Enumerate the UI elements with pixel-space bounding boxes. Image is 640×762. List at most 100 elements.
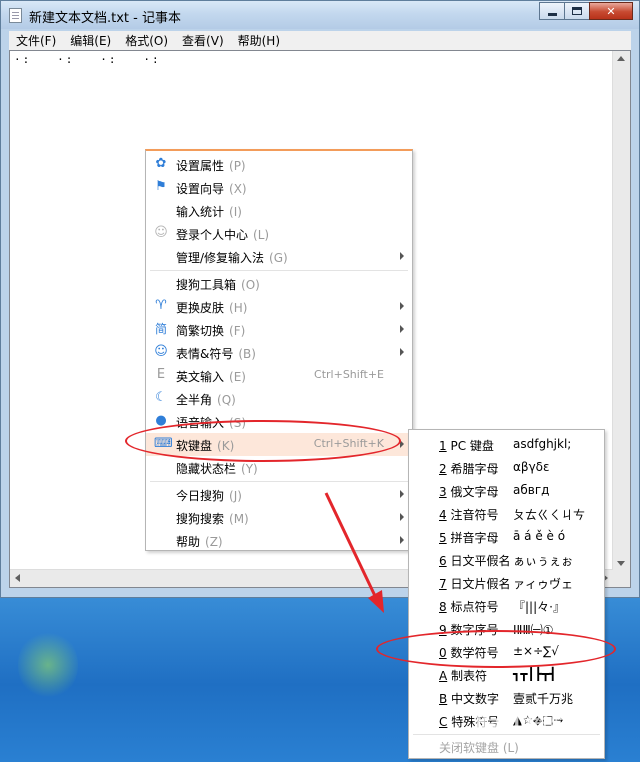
item-sample: ⅠⅡⅢ㈠① — [513, 623, 554, 637]
menu-item-label: 简繁切换 — [176, 324, 225, 338]
moon-icon: ☾ — [155, 390, 167, 405]
soft-keyboard-close[interactable]: 关闭软键盘 (L) — [409, 735, 604, 758]
soft-keyboard-item-punctuation[interactable]: 8 标点符号 『|||々·』 — [409, 594, 604, 617]
submenu-arrow-icon — [400, 513, 404, 521]
menu-item-wizard[interactable]: ⚑ 设置向导 (X) — [146, 176, 412, 199]
menu-item-sogou-search[interactable]: 搜狗搜索 (M) — [146, 506, 412, 529]
soft-keyboard-item-bopomofo[interactable]: 4 注音符号 ㄆㄊㄍㄑㄐㄘ — [409, 502, 604, 525]
menu-item-key: (Q) — [217, 393, 236, 407]
item-number: 8 — [439, 600, 447, 614]
soft-keyboard-item-math[interactable]: 0 数学符号 ±×÷∑√ — [409, 640, 604, 663]
user-icon: ☺ — [154, 225, 168, 240]
item-label: 俄文字母 — [446, 485, 499, 499]
item-number: 2 — [439, 462, 447, 476]
menu-item-simp-trad[interactable]: 简 简繁切换 (F) — [146, 318, 412, 341]
menu-help[interactable]: 帮助(H) — [231, 32, 287, 49]
menu-item-key: (B) — [238, 347, 256, 361]
menu-item-key: (Z) — [205, 535, 223, 549]
soft-keyboard-item-chinese-numerals[interactable]: B 中文数字 壹贰千万兆 — [409, 686, 604, 709]
menu-item-stats[interactable]: 输入统计 (I) — [146, 199, 412, 222]
menu-item-label: 英文输入 — [176, 370, 225, 384]
menu-item-key: (S) — [229, 416, 246, 430]
item-label: 数字序号 — [446, 623, 499, 637]
english-icon: E — [156, 367, 166, 382]
soft-keyboard-item-hiragana[interactable]: 6 日文平假名 ぁぃぅぇぉ — [409, 548, 604, 571]
menu-item-skin[interactable]: ♈ 更换皮肤 (H) — [146, 295, 412, 318]
menu-format[interactable]: 格式(O) — [118, 32, 175, 49]
item-number: 5 — [439, 531, 447, 545]
item-number: B — [439, 692, 448, 706]
menu-item-key: (K) — [217, 439, 235, 453]
menu-item-key: (F) — [229, 324, 246, 338]
item-sample: ±×÷∑√ — [513, 644, 559, 658]
scroll-down-icon[interactable] — [617, 561, 625, 566]
soft-keyboard-item-russian[interactable]: 3 俄文字母 абвгд — [409, 479, 604, 502]
soft-keyboard-item-table[interactable]: A 制表符 ┓┳┃┣┳┫ — [409, 663, 604, 686]
soft-keyboard-item-greek[interactable]: 2 希腊字母 αβγδε — [409, 456, 604, 479]
maximize-button[interactable] — [564, 2, 590, 20]
menu-item-emoji[interactable]: ☺ 表情&符号 (B) — [146, 341, 412, 364]
mic-icon: ● — [155, 413, 167, 428]
menu-item-login[interactable]: ☺ 登录个人中心 (L) — [146, 222, 412, 245]
menu-item-toolbox[interactable]: 搜狗工具箱 (O) — [146, 272, 412, 295]
item-label: 标点符号 — [446, 600, 499, 614]
submenu-arrow-icon — [400, 490, 404, 498]
menu-item-label: 今日搜狗 — [176, 489, 225, 503]
menu-item-english[interactable]: E 英文输入 (E) Ctrl+Shift+E — [146, 364, 412, 387]
menu-item-hide-statusbar[interactable]: 隐藏状态栏 (Y) — [146, 456, 412, 479]
menu-item-today-sogou[interactable]: 今日搜狗 (J) — [146, 483, 412, 506]
item-sample: ㄆㄊㄍㄑㄐㄘ — [513, 508, 586, 522]
menu-item-label: 输入统计 — [176, 205, 225, 219]
submenu-arrow-icon — [400, 252, 404, 260]
size-grip[interactable] — [613, 570, 630, 587]
menu-item-soft-keyboard[interactable]: ⌨ 软键盘 (K) Ctrl+Shift+K — [146, 433, 412, 456]
menu-item-shortcut: Ctrl+Shift+E — [314, 368, 384, 381]
menu-file[interactable]: 文件(F) — [9, 32, 63, 49]
item-label: 制表符 — [447, 669, 488, 683]
menu-item-key: (O) — [241, 278, 260, 292]
scroll-up-icon[interactable] — [617, 56, 625, 61]
close-button[interactable]: ✕ — [589, 2, 633, 20]
menu-item-voice[interactable]: ● 语音输入 (S) — [146, 410, 412, 433]
window-title: 新建文本文档.txt - 记事本 — [29, 11, 181, 26]
menu-item-shortcut: Ctrl+Shift+K — [313, 437, 384, 450]
menu-item-label: 隐藏状态栏 — [176, 462, 237, 476]
item-sample: ぁぃぅぇぉ — [513, 554, 574, 568]
soft-keyboard-item-pinyin[interactable]: 5 拼音字母 ā á ě è ó — [409, 525, 604, 548]
menu-view[interactable]: 查看(V) — [175, 32, 231, 49]
item-number: 6 — [439, 554, 447, 568]
title-bar[interactable]: 新建文本文档.txt - 记事本 ✕ — [1, 1, 639, 29]
item-number: A — [439, 669, 448, 683]
minimize-button[interactable] — [539, 2, 565, 20]
soft-keyboard-item-pc[interactable]: 1 PC 键盘 asdfghjkl; — [409, 433, 604, 456]
menu-item-label: 全半角 — [176, 393, 213, 407]
watermark: Baidu经验 — [475, 712, 569, 733]
submenu-arrow-icon — [400, 302, 404, 310]
menu-item-label: 帮助 — [176, 535, 201, 549]
menu-separator — [150, 270, 408, 271]
item-sample: 壹贰千万兆 — [513, 692, 574, 706]
vertical-scrollbar[interactable] — [612, 51, 630, 571]
item-number: 4 — [439, 508, 447, 522]
item-label: PC 键盘 — [446, 439, 494, 453]
menu-edit[interactable]: 编辑(E) — [63, 32, 118, 49]
editor-content: ·: ·: ·: ·: — [14, 53, 161, 66]
item-number: 7 — [439, 577, 447, 591]
close-keyboard-label: 关闭软键盘 (L) — [439, 741, 519, 755]
menu-item-fullwidth[interactable]: ☾ 全半角 (Q) — [146, 387, 412, 410]
soft-keyboard-item-katakana[interactable]: 7 日文片假名 ァィゥヴェ — [409, 571, 604, 594]
keyboard-icon: ⌨ — [154, 436, 173, 451]
menu-item-label: 管理/修复输入法 — [176, 251, 265, 265]
item-number: 3 — [439, 485, 447, 499]
menu-item-manage[interactable]: 管理/修复输入法 (G) — [146, 245, 412, 268]
menu-item-help[interactable]: 帮助 (Z) — [146, 529, 412, 552]
item-label: 日文平假名 — [446, 554, 511, 568]
menu-item-key: (X) — [229, 182, 247, 196]
item-label: 日文片假名 — [446, 577, 511, 591]
menu-item-settings[interactable]: ✿ 设置属性 (P) — [146, 153, 412, 176]
menu-item-label: 软键盘 — [176, 439, 213, 453]
item-sample: ァィゥヴェ — [513, 577, 574, 591]
soft-keyboard-item-numerals[interactable]: 9 数字序号 ⅠⅡⅢ㈠① — [409, 617, 604, 640]
menu-bar: 文件(F) 编辑(E) 格式(O) 查看(V) 帮助(H) — [9, 31, 631, 51]
scroll-left-icon[interactable] — [15, 574, 20, 582]
